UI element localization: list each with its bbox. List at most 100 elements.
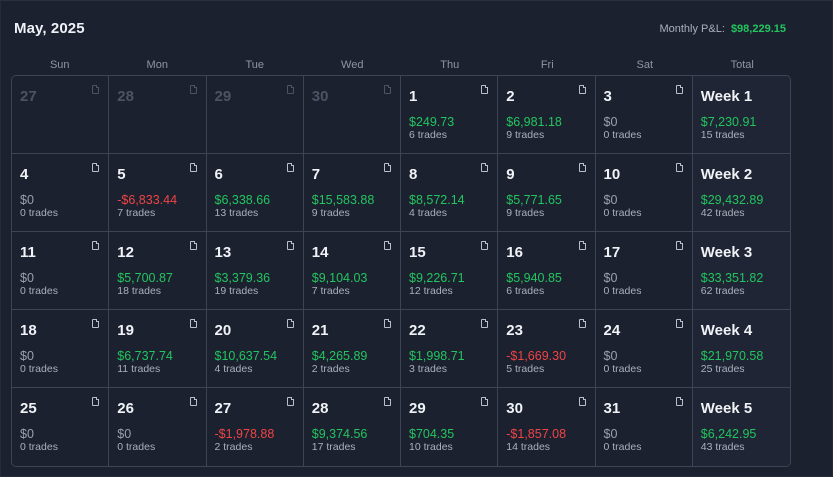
week-total[interactable]: Week 2 $29,432.89 42 trades: [692, 154, 790, 232]
calendar-day[interactable]: 24 $0 0 trades: [595, 310, 693, 388]
calendar-day[interactable]: 20 $10,637.54 4 trades: [206, 310, 304, 388]
calendar-day[interactable]: 26 $0 0 trades: [109, 388, 207, 466]
calendar-day[interactable]: 27 -$1,978.88 2 trades: [206, 388, 304, 466]
calendar-day-outside-month[interactable]: 27: [12, 76, 110, 154]
calendar-day[interactable]: 17 $0 0 trades: [595, 232, 693, 310]
document-icon[interactable]: [286, 85, 294, 94]
document-icon[interactable]: [578, 85, 586, 94]
calendar-day[interactable]: 29 $704.35 10 trades: [401, 388, 499, 466]
calendar-day[interactable]: 31 $0 0 trades: [595, 388, 693, 466]
document-icon[interactable]: [481, 241, 489, 250]
calendar-day[interactable]: 5 -$6,833.44 7 trades: [109, 154, 207, 232]
week-total[interactable]: Week 4 $21,970.58 25 trades: [692, 310, 790, 388]
document-icon[interactable]: [286, 319, 294, 328]
document-icon[interactable]: [675, 85, 683, 94]
calendar-day[interactable]: 22 $1,998.71 3 trades: [401, 310, 499, 388]
document-icon[interactable]: [92, 241, 100, 250]
week-total[interactable]: Week 3 $33,351.82 62 trades: [692, 232, 790, 310]
calendar-day[interactable]: 25 $0 0 trades: [12, 388, 110, 466]
calendar-day[interactable]: 12 $5,700.87 18 trades: [109, 232, 207, 310]
calendar-day[interactable]: 7 $15,583.88 9 trades: [303, 154, 401, 232]
document-icon[interactable]: [189, 397, 197, 406]
day-number: 28: [117, 88, 134, 105]
day-pnl: $0: [20, 349, 34, 363]
document-icon[interactable]: [384, 319, 391, 328]
calendar-day[interactable]: 6 $6,338.66 13 trades: [206, 154, 304, 232]
document-icon[interactable]: [675, 397, 683, 406]
document-icon[interactable]: [384, 241, 391, 250]
document-icon[interactable]: [481, 163, 489, 172]
document-icon[interactable]: [384, 397, 391, 406]
day-pnl: -$1,978.88: [214, 427, 275, 441]
calendar-day-outside-month[interactable]: 30: [303, 76, 401, 154]
weekday-label: Fri: [540, 59, 554, 71]
document-icon[interactable]: [481, 319, 489, 328]
calendar-grid: 27 28 29 30 1 $249.73 6 trades 2 $6,981.18 9 trad…: [11, 75, 791, 467]
document-icon[interactable]: [481, 85, 489, 94]
day-trade-count: 0 trades: [20, 207, 58, 219]
calendar-day[interactable]: 13 $3,379.36 19 trades: [206, 232, 304, 310]
week-label: Week 4: [700, 322, 753, 339]
calendar-day[interactable]: 8 $8,572.14 4 trades: [401, 154, 499, 232]
calendar-day[interactable]: 19 $6,737.74 11 trades: [109, 310, 207, 388]
calendar-day[interactable]: 4 $0 0 trades: [12, 154, 110, 232]
calendar-day[interactable]: 15 $9,226.71 12 trades: [401, 232, 499, 310]
monthly-pnl: Monthly P&L: $98,229.15: [659, 23, 786, 35]
week-trade-count: 62 trades: [700, 285, 745, 297]
calendar-day[interactable]: 16 $5,940.85 6 trades: [498, 232, 596, 310]
document-icon[interactable]: [578, 163, 586, 172]
calendar-day[interactable]: 23 -$1,669.30 5 trades: [498, 310, 596, 388]
day-trade-count: 6 trades: [409, 129, 447, 141]
day-number: 25: [20, 400, 37, 417]
document-icon[interactable]: [92, 319, 100, 328]
calendar-day[interactable]: 28 $9,374.56 17 trades: [303, 388, 401, 466]
day-number: 19: [117, 322, 134, 339]
calendar-day[interactable]: 11 $0 0 trades: [12, 232, 110, 310]
calendar-day[interactable]: 30 -$1,857.08 14 trades: [498, 388, 596, 466]
document-icon[interactable]: [675, 319, 683, 328]
day-trade-count: 7 trades: [311, 285, 350, 297]
day-number: 3: [603, 88, 612, 105]
calendar-day[interactable]: 1 $249.73 6 trades: [401, 76, 499, 154]
document-icon[interactable]: [92, 163, 100, 172]
document-icon[interactable]: [578, 397, 586, 406]
document-icon[interactable]: [578, 319, 586, 328]
day-number: 18: [20, 322, 37, 339]
document-icon[interactable]: [384, 163, 391, 172]
document-icon[interactable]: [286, 241, 294, 250]
day-trade-count: 14 trades: [506, 441, 551, 453]
document-icon[interactable]: [92, 85, 100, 94]
document-icon[interactable]: [578, 241, 586, 250]
calendar-day[interactable]: 18 $0 0 trades: [12, 310, 110, 388]
day-number: 26: [117, 400, 134, 417]
day-trade-count: 2 trades: [214, 441, 253, 453]
monthly-pnl-value: $98,229.15: [730, 23, 786, 35]
document-icon[interactable]: [189, 163, 197, 172]
document-icon[interactable]: [189, 319, 197, 328]
calendar-day-outside-month[interactable]: 29: [206, 76, 304, 154]
calendar-day[interactable]: 21 $4,265.89 2 trades: [303, 310, 401, 388]
week-label: Week 1: [700, 88, 753, 105]
document-icon[interactable]: [675, 241, 683, 250]
calendar-day[interactable]: 9 $5,771.65 9 trades: [498, 154, 596, 232]
calendar-day[interactable]: 3 $0 0 trades: [595, 76, 693, 154]
document-icon[interactable]: [286, 397, 294, 406]
day-number: 9: [506, 166, 515, 183]
document-icon[interactable]: [675, 163, 683, 172]
document-icon[interactable]: [286, 163, 294, 172]
document-icon[interactable]: [189, 241, 197, 250]
document-icon[interactable]: [189, 85, 197, 94]
document-icon[interactable]: [384, 85, 391, 94]
calendar-day[interactable]: 14 $9,104.03 7 trades: [303, 232, 401, 310]
document-icon[interactable]: [92, 397, 100, 406]
day-number: 24: [603, 322, 621, 339]
day-trade-count: 3 trades: [409, 363, 447, 375]
weekday-label: Sun: [49, 59, 70, 71]
calendar-day[interactable]: 10 $0 0 trades: [595, 154, 693, 232]
week-total[interactable]: Week 1 $7,230.91 15 trades: [692, 76, 790, 154]
calendar-day-outside-month[interactable]: 28: [109, 76, 207, 154]
document-icon[interactable]: [481, 397, 489, 406]
calendar-day[interactable]: 2 $6,981.18 9 trades: [498, 76, 596, 154]
week-trade-count: 25 trades: [700, 363, 745, 375]
week-total[interactable]: Week 5 $6,242.95 43 trades: [692, 388, 790, 466]
